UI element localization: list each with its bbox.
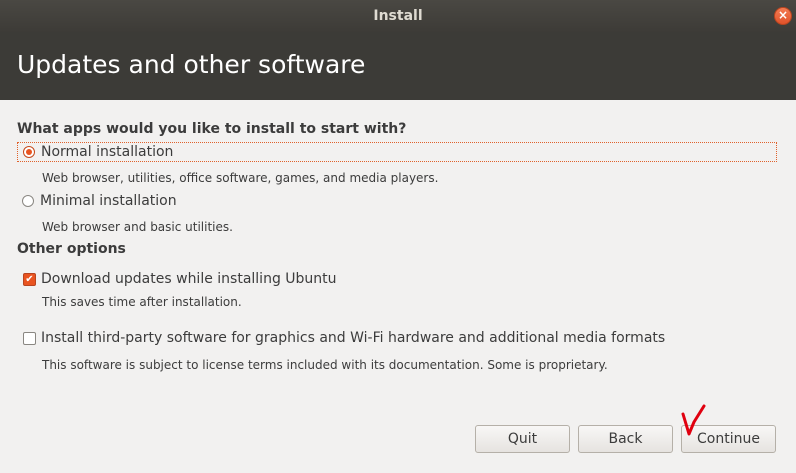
main-content: What apps would you like to install to s… [0, 100, 796, 473]
title-bar: Install × [0, 0, 796, 32]
other-options-title: Other options [17, 241, 126, 257]
page-title: Updates and other software [17, 50, 366, 79]
minimal-installation-radio[interactable]: Minimal installation [17, 191, 177, 211]
radio-unselected-icon[interactable] [22, 195, 34, 207]
third-party-checkbox[interactable]: Install third-party software for graphic… [17, 328, 665, 348]
download-updates-label: Download updates while installing Ubuntu [41, 271, 337, 287]
close-icon[interactable]: × [774, 7, 792, 25]
normal-installation-description: Web browser, utilities, office software,… [42, 171, 439, 185]
third-party-description: This software is subject to license term… [42, 358, 608, 372]
minimal-installation-label: Minimal installation [40, 193, 177, 209]
download-updates-description: This saves time after installation. [42, 295, 242, 309]
download-updates-checkbox[interactable]: ✔ Download updates while installing Ubun… [17, 269, 337, 289]
back-button[interactable]: Back [578, 425, 673, 453]
radio-selected-icon[interactable] [23, 146, 35, 158]
checkbox-unchecked-icon[interactable] [23, 331, 36, 345]
apps-question: What apps would you like to install to s… [17, 121, 407, 137]
normal-installation-radio[interactable]: Normal installation [17, 142, 777, 162]
minimal-installation-description: Web browser and basic utilities. [42, 220, 233, 234]
window-title: Install [373, 8, 423, 24]
page-header: Updates and other software [0, 32, 796, 100]
third-party-label: Install third-party software for graphic… [41, 330, 666, 346]
quit-button[interactable]: Quit [475, 425, 570, 453]
checkmark-annotation-icon [681, 404, 706, 436]
normal-installation-label: Normal installation [41, 144, 174, 160]
checkbox-checked-icon[interactable]: ✔ [23, 272, 36, 286]
